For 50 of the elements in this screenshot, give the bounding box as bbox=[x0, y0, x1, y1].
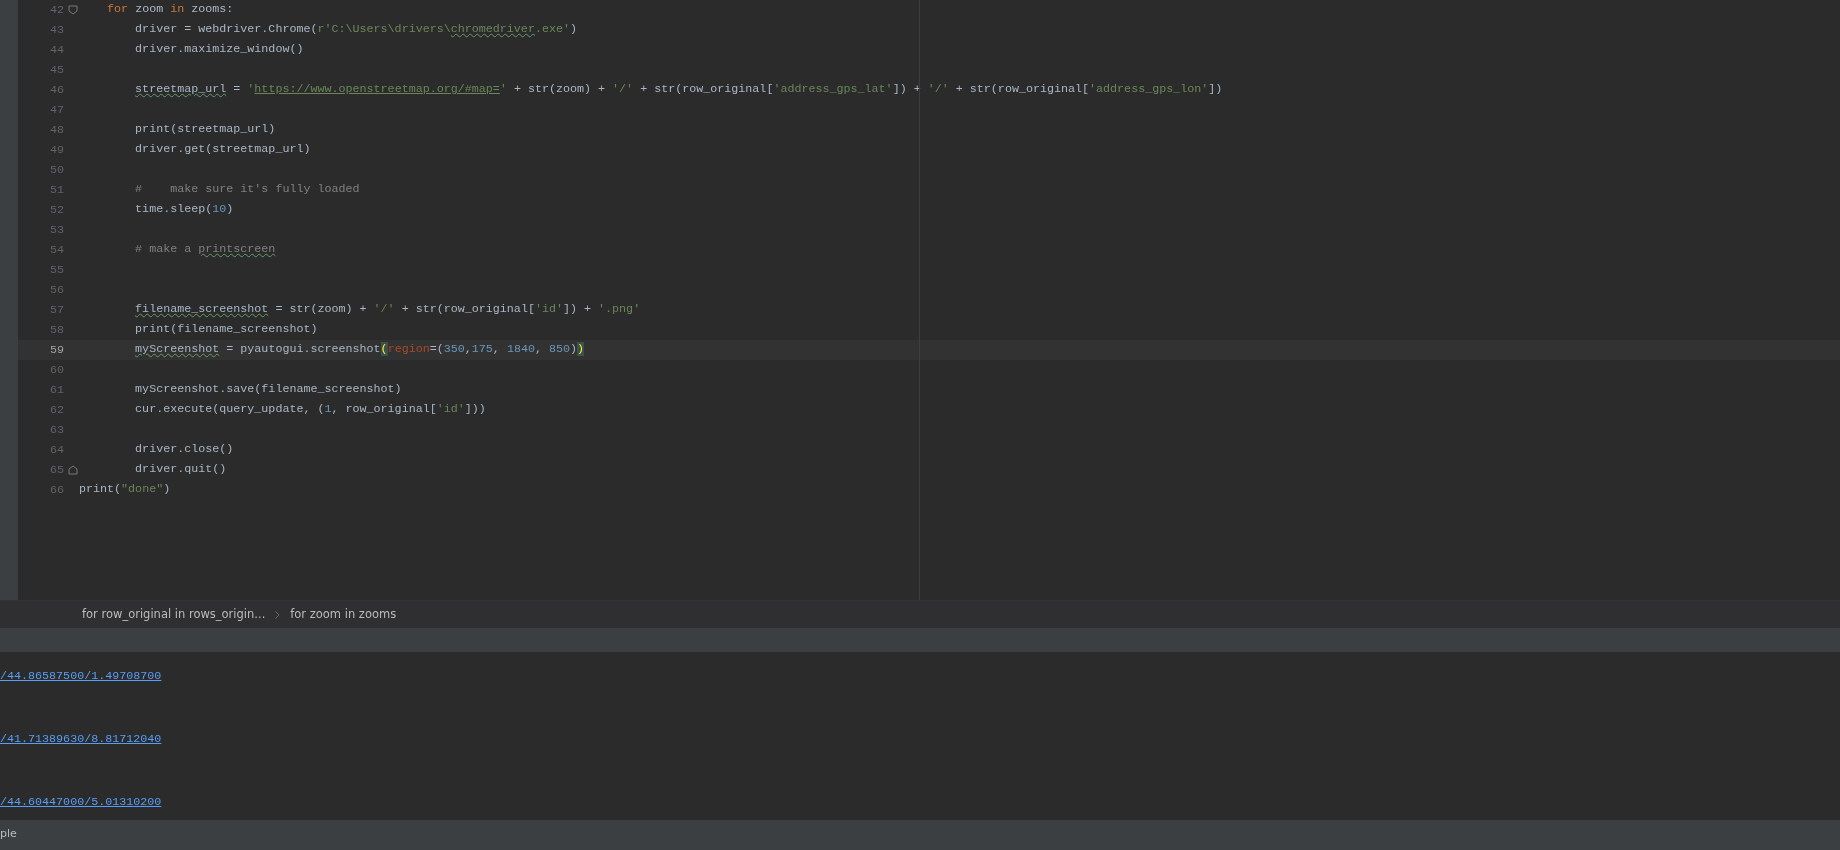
line-number: 63 bbox=[50, 423, 65, 437]
line-number: 47 bbox=[50, 103, 65, 117]
fold-icon[interactable] bbox=[68, 5, 78, 15]
code-line: print(streetmap_url) bbox=[134, 121, 276, 139]
line-number: 58 bbox=[50, 323, 65, 337]
line-number: 49 bbox=[50, 143, 65, 157]
line-number: 42 bbox=[50, 3, 65, 17]
line-number: 57 bbox=[50, 303, 65, 317]
line-number: 64 bbox=[50, 443, 65, 457]
code-line: cur.execute(query_update, (1, row_original['id'])) bbox=[134, 401, 486, 419]
code-line: filename_screenshot = str(zoom) + '/' + str(row_original['id']) + '.png' bbox=[134, 301, 641, 319]
fold-icon[interactable] bbox=[68, 465, 78, 475]
line-number: 66 bbox=[50, 483, 65, 497]
line-number: 43 bbox=[50, 23, 65, 37]
code-line: # make a printscreen bbox=[134, 241, 276, 259]
line-number: 55 bbox=[50, 263, 65, 277]
console-link[interactable]: /41.71389630/8.81712040 bbox=[0, 732, 162, 746]
breadcrumb-item[interactable]: for zoom in zooms bbox=[290, 605, 397, 624]
chevron-icon bbox=[275, 610, 281, 619]
line-number: 45 bbox=[50, 63, 65, 77]
line-number: 50 bbox=[50, 163, 65, 177]
line-number: 62 bbox=[50, 403, 65, 417]
breadcrumb-item[interactable]: for row_original in rows_origin... bbox=[82, 605, 266, 624]
console-link[interactable]: /44.60447000/5.01310200 bbox=[0, 795, 162, 809]
line-number: 53 bbox=[50, 223, 65, 237]
line-number: 65 bbox=[50, 463, 65, 477]
line-number: 60 bbox=[50, 363, 65, 377]
code-line: print("done") bbox=[79, 481, 171, 499]
code-line: myScreenshot = pyautogui.screenshot(region=(350,175, 1840, 850)) bbox=[134, 341, 585, 359]
line-number: 48 bbox=[50, 123, 65, 137]
status-text: ple bbox=[0, 827, 17, 840]
code-line: print(filename_screenshot) bbox=[134, 321, 318, 339]
line-number: 51 bbox=[50, 183, 65, 197]
code-line: driver.get(streetmap_url) bbox=[134, 141, 311, 159]
code-line: time.sleep(10) bbox=[134, 201, 234, 219]
line-number: 61 bbox=[50, 383, 65, 397]
line-number: 54 bbox=[50, 243, 65, 257]
line-number: 46 bbox=[50, 83, 65, 97]
code-line: myScreenshot.save(filename_screenshot) bbox=[134, 381, 402, 399]
console-link[interactable]: /44.86587500/1.49708700 bbox=[0, 669, 162, 683]
code-line: for zoom in zooms: bbox=[106, 1, 234, 19]
code-line: driver.quit() bbox=[134, 461, 227, 479]
line-number: 59 bbox=[50, 343, 65, 357]
code-line: driver.maximize_window() bbox=[134, 41, 304, 59]
code-line: # make sure it's fully loaded bbox=[134, 181, 360, 199]
code-line: driver = webdriver.Chrome(r'C:\Users\drivers\chromedriver.exe') bbox=[134, 21, 577, 39]
line-number: 44 bbox=[50, 43, 65, 57]
line-number: 52 bbox=[50, 203, 65, 217]
line-number: 56 bbox=[50, 283, 65, 297]
code-line: driver.close() bbox=[134, 441, 234, 459]
